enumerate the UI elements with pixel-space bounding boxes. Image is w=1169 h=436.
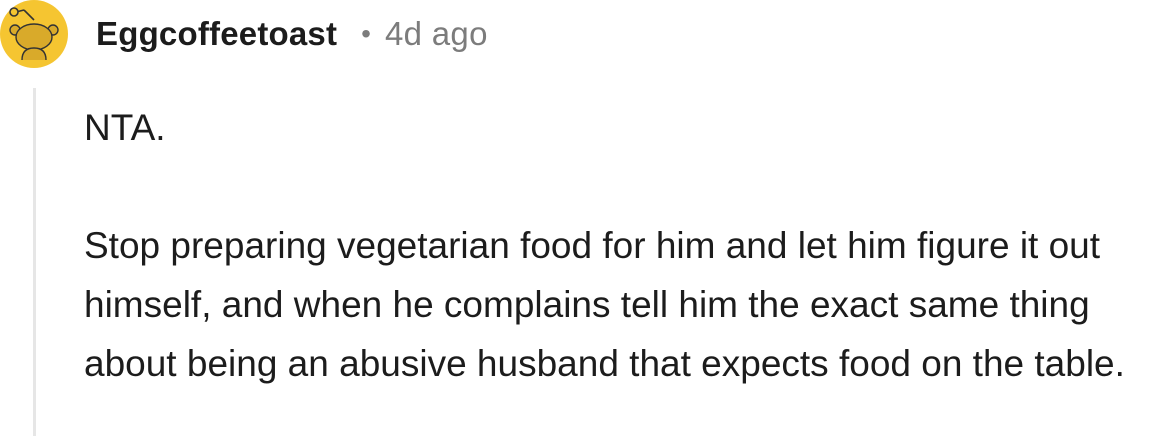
comment-body: NTA. Stop preparing vegetarian food for … [84, 98, 1164, 393]
timestamp[interactable]: 4d ago [385, 15, 488, 53]
avatar[interactable] [0, 0, 68, 68]
separator-dot: • [361, 18, 371, 49]
comment-header: Eggcoffeetoast • 4d ago [96, 12, 488, 56]
username-link[interactable]: Eggcoffeetoast [96, 15, 337, 53]
comment-paragraph: NTA. [84, 107, 166, 148]
thread-line[interactable] [33, 88, 36, 436]
snoo-avatar-icon [0, 0, 68, 68]
comment: Eggcoffeetoast • 4d ago NTA. Stop prepar… [0, 0, 1169, 436]
comment-paragraph: Stop preparing vegetarian food for him a… [84, 225, 1125, 384]
